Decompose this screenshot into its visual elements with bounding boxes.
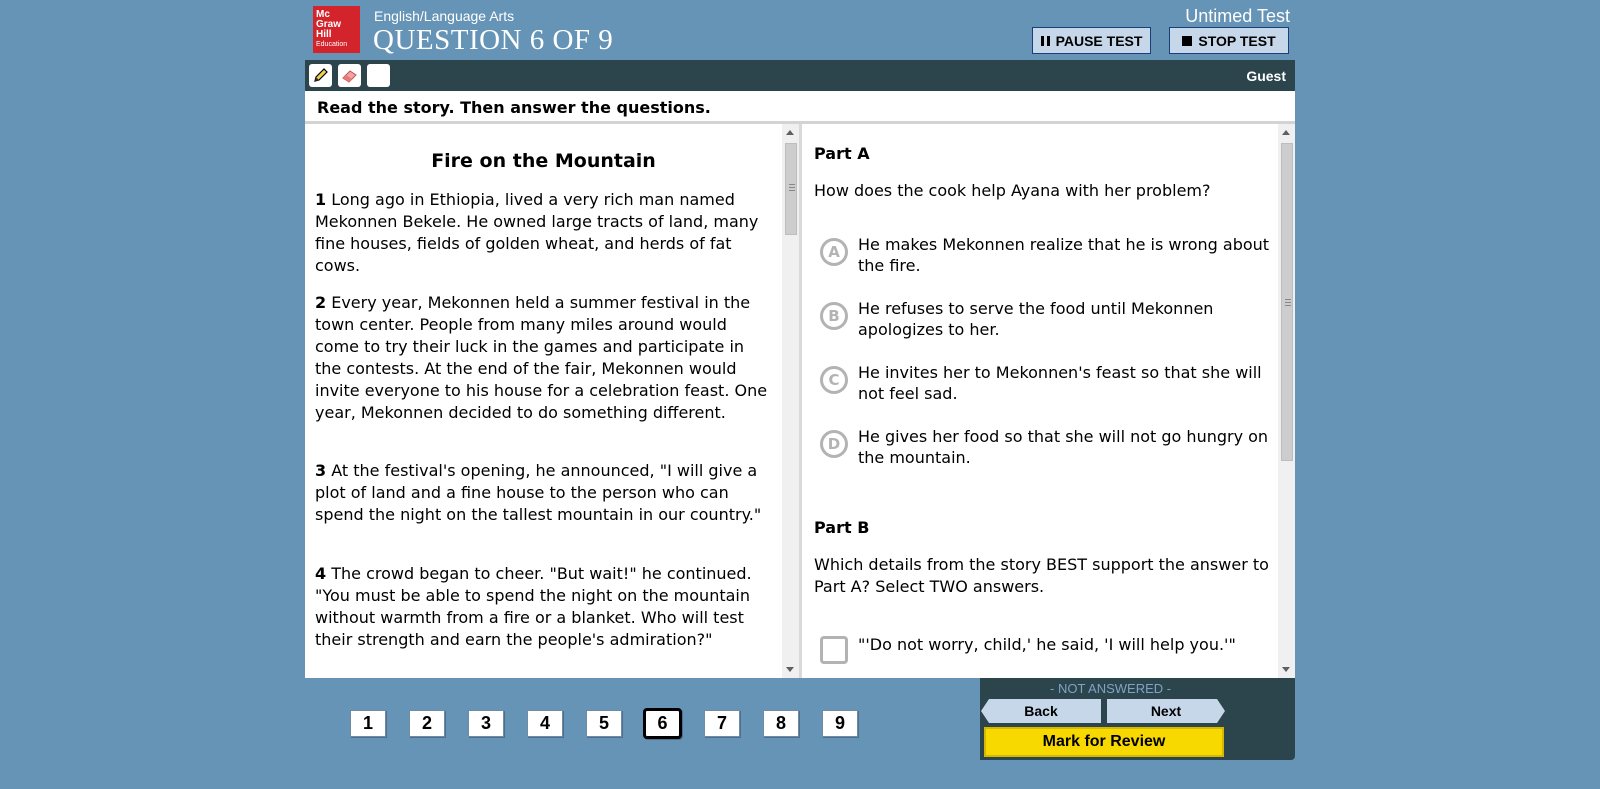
passage-title: Fire on the Mountain	[431, 150, 656, 172]
choice-text: "'Do not worry, child,' he said, 'I will…	[858, 635, 1236, 654]
back-button[interactable]: Back	[981, 699, 1101, 723]
choice-text: He gives her food so that she will not g…	[858, 427, 1269, 467]
choice-checkbox[interactable]	[820, 636, 848, 664]
stop-test-button[interactable]: STOP TEST	[1169, 27, 1289, 54]
scroll-down-icon[interactable]	[1282, 667, 1290, 672]
user-name: Guest	[1246, 68, 1286, 84]
subject-label: English/Language Arts	[374, 8, 515, 24]
passage-paragraph: 3 At the festival's opening, he announce…	[315, 461, 762, 524]
pencil-icon[interactable]	[309, 64, 332, 87]
part-a-prompt: How does the cook help Ayana with her pr…	[814, 181, 1211, 200]
question-title: QUESTION 6 OF 9	[373, 24, 614, 56]
question-nav-4[interactable]: 4	[527, 710, 563, 737]
question-nav-9[interactable]: 9	[822, 710, 858, 737]
choice-text: He refuses to serve the food until Mekon…	[858, 299, 1214, 339]
choice-bubble[interactable]: B	[820, 302, 848, 330]
part-b-prompt: Which details from the story BEST suppor…	[814, 555, 1269, 596]
answer-choice-a[interactable]: A He makes Mekonnen realize that he is w…	[820, 234, 1270, 280]
choice-text: He makes Mekonnen realize that he is wro…	[858, 235, 1270, 275]
next-button[interactable]: Next	[1107, 699, 1225, 723]
stop-icon	[1182, 35, 1193, 46]
question-nav-8[interactable]: 8	[763, 710, 799, 737]
eraser-icon[interactable]	[338, 64, 361, 87]
choice-bubble[interactable]: A	[820, 238, 848, 266]
question-nav-7[interactable]: 7	[704, 710, 740, 737]
question-nav-5[interactable]: 5	[586, 710, 622, 737]
question-pane: Part A How does the cook help Ayana with…	[802, 124, 1295, 678]
scroll-up-icon[interactable]	[1282, 130, 1290, 135]
pause-icon	[1040, 35, 1050, 46]
question-nav-6[interactable]: 6	[643, 708, 682, 739]
instructions-bar: Read the story. Then answer the question…	[305, 91, 1295, 124]
content-area: Fire on the Mountain 1 Long ago in Ethio…	[305, 124, 1295, 678]
passage-paragraph: 2 Every year, Mekonnen held a summer fes…	[315, 293, 768, 422]
answer-status: - NOT ANSWERED -	[1050, 681, 1172, 696]
choice-bubble[interactable]: C	[820, 366, 848, 394]
instructions-text: Read the story. Then answer the question…	[317, 98, 711, 117]
part-b-label: Part B	[814, 518, 870, 537]
pause-test-button[interactable]: PAUSE TEST	[1032, 27, 1151, 54]
passage-paragraph: 1 Long ago in Ethiopia, lived a very ric…	[315, 190, 759, 275]
scroll-thumb[interactable]	[785, 143, 797, 235]
blank-tool[interactable]	[367, 64, 390, 87]
question-nav-2[interactable]: 2	[409, 710, 445, 737]
answer-choice-c[interactable]: C He invites her to Mekonnen's feast so …	[820, 362, 1270, 408]
answer-choice-b[interactable]: B He refuses to serve the food until Mek…	[820, 298, 1270, 344]
choice-text: He invites her to Mekonnen's feast so th…	[858, 363, 1262, 403]
tool-bar: Guest	[305, 60, 1295, 91]
passage-scrollbar[interactable]	[782, 124, 799, 678]
question-nav-1[interactable]: 1	[350, 710, 386, 737]
choice-bubble[interactable]: D	[820, 430, 848, 458]
passage-pane: Fire on the Mountain 1 Long ago in Ethio…	[305, 124, 799, 678]
question-scrollbar[interactable]	[1278, 124, 1295, 678]
mcgraw-hill-logo: Mc Graw Hill Education	[313, 6, 360, 53]
part-b-choice[interactable]: "'Do not worry, child,' he said, 'I will…	[820, 632, 1270, 678]
answer-choice-d[interactable]: D He gives her food so that she will not…	[820, 426, 1270, 472]
part-a-label: Part A	[814, 144, 870, 163]
mark-for-review-button[interactable]: Mark for Review	[984, 727, 1224, 757]
scroll-up-icon[interactable]	[786, 130, 794, 135]
passage-paragraph: 4 The crowd began to cheer. "But wait!" …	[315, 564, 752, 649]
scroll-thumb[interactable]	[1281, 143, 1293, 461]
question-nav-3[interactable]: 3	[468, 710, 504, 737]
scroll-down-icon[interactable]	[786, 667, 794, 672]
timer-label: Untimed Test	[1185, 6, 1290, 26]
